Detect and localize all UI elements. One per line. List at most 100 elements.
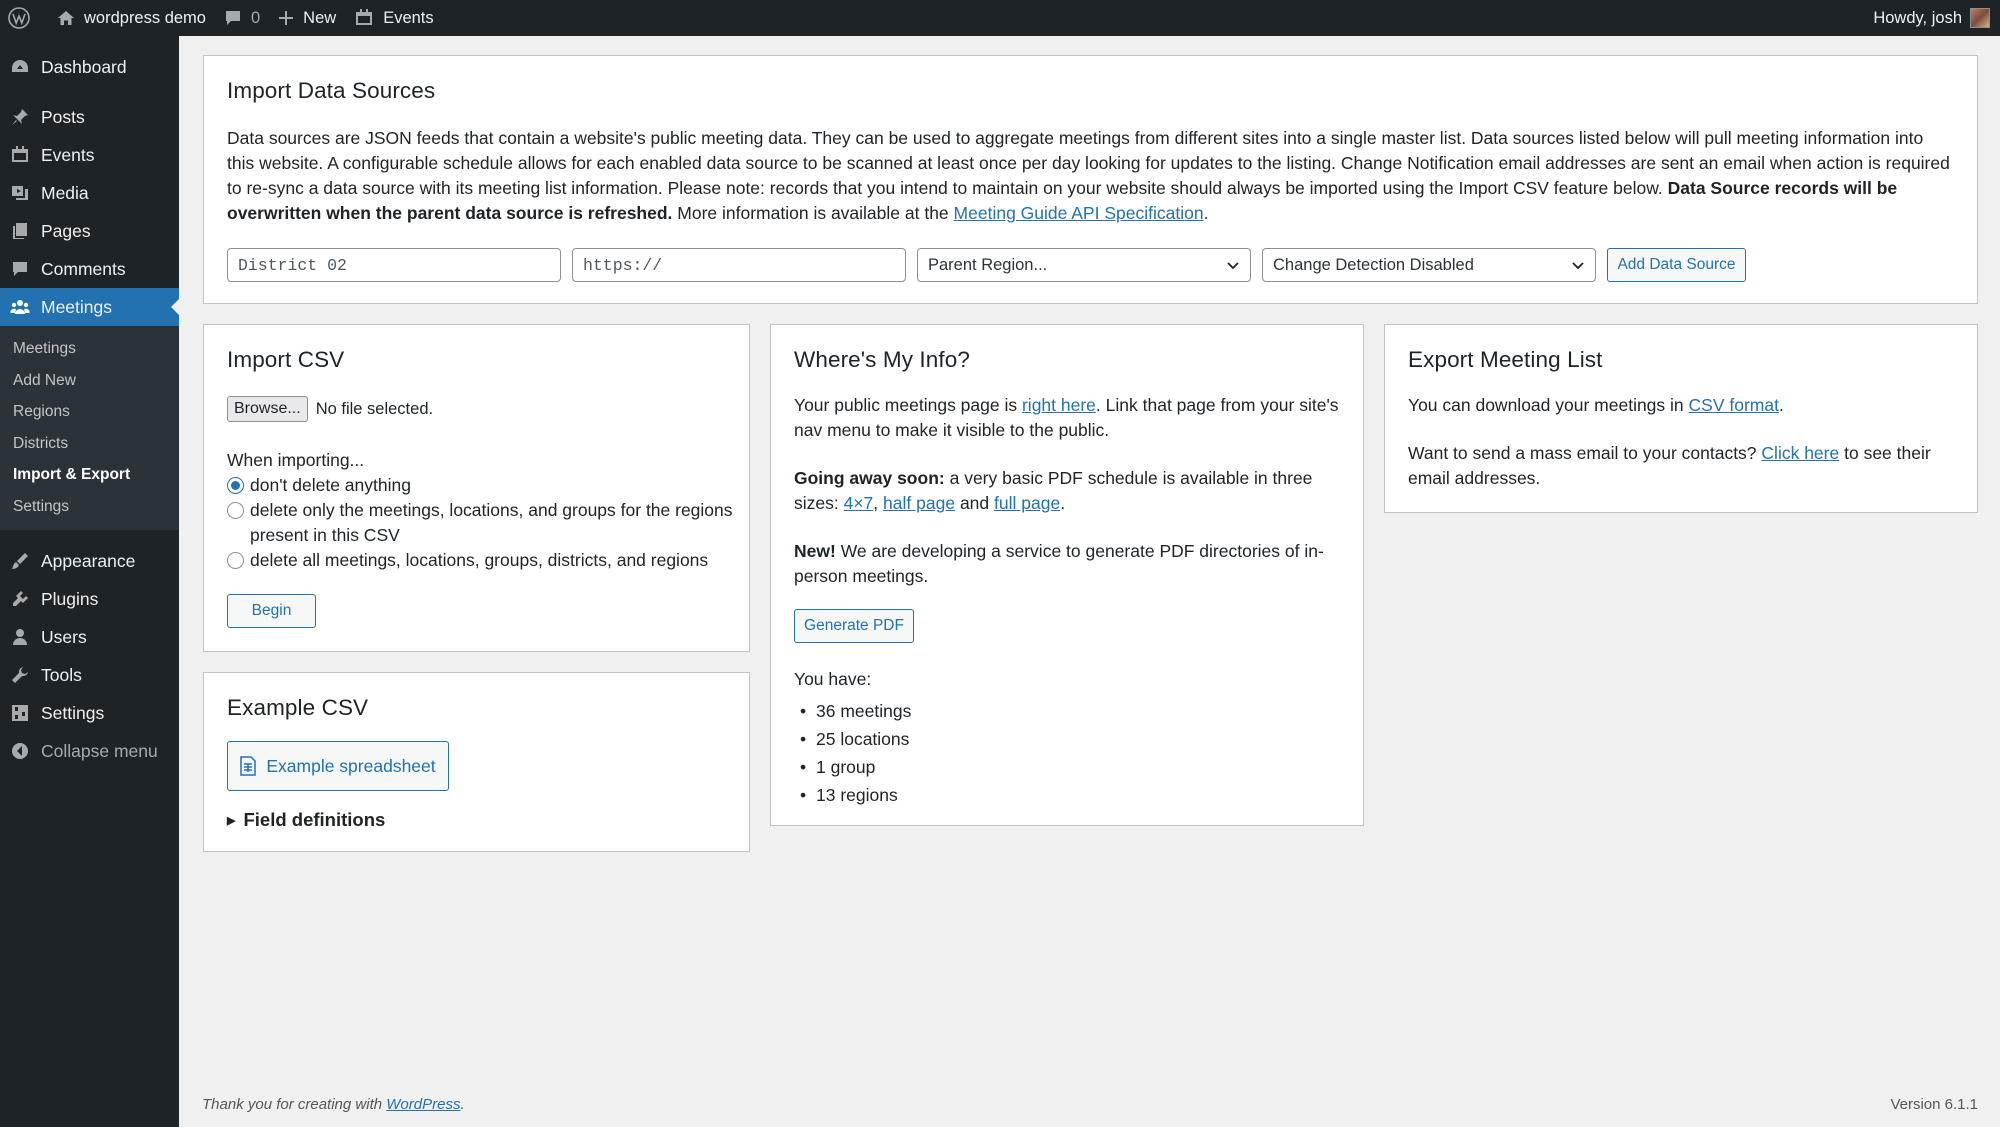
data-source-name-input[interactable]: District 02 [227,248,561,282]
calendar-icon [356,9,373,25]
footer-version: Version 6.1.1 [1890,1096,1978,1113]
new-content-link[interactable]: New [269,0,345,36]
add-data-source-button[interactable]: Add Data Source [1607,248,1746,282]
greeting: Howdy, josh [1873,8,1962,27]
list-item: 25 locations [794,725,911,753]
calendar-icon [10,145,30,165]
pdf-full-page-link[interactable]: full page [994,493,1060,513]
pin-icon [10,107,30,127]
submenu-import-export[interactable]: Import & Export [0,459,179,491]
wheres-my-info-title: Where's My Info? [794,347,970,372]
menu-dashboard[interactable]: Dashboard [0,48,179,86]
menu-posts[interactable]: Posts [0,98,179,136]
menu-meetings[interactable]: Meetings [0,288,179,326]
submenu-add-new[interactable]: Add New [0,365,179,397]
radio-button[interactable] [227,502,244,519]
my-account[interactable]: Howdy, josh [1873,0,1990,36]
menu-users[interactable]: Users [0,618,179,656]
groups-icon [10,297,30,317]
generate-pdf-button[interactable]: Generate PDF [794,609,914,643]
import-csv-panel: Import CSV Browse... No file selected. W… [203,324,750,652]
example-spreadsheet-button[interactable]: Example spreadsheet [227,741,449,791]
events-label: Events [383,8,434,27]
counts-list: 36 meetings 25 locations 1 group 13 regi… [794,697,911,809]
export-meeting-list-panel: Export Meeting List You can download you… [1384,324,1978,513]
menu-settings[interactable]: Settings [0,694,179,732]
footer-thanks: Thank you for creating with WordPress. [202,1096,465,1113]
comments-count: 0 [250,8,261,27]
chevron-down-icon [1572,262,1584,270]
menu-appearance[interactable]: Appearance [0,542,179,580]
meetings-submenu: Meetings Add New Regions Districts Impor… [0,326,179,530]
import-data-sources-panel: Import Data Sources Data sources are JSO… [203,55,1978,304]
data-source-url-input[interactable]: https:// [572,248,906,282]
wordpress-logo-icon[interactable] [0,0,48,36]
site-name-link[interactable]: wordpress demo [48,0,215,36]
submenu-districts[interactable]: Districts [0,428,179,460]
sliders-icon [10,703,30,723]
menu-comments[interactable]: Comments [0,250,179,288]
export-title: Export Meeting List [1408,347,1603,372]
submenu-regions[interactable]: Regions [0,396,179,428]
wordpress-link[interactable]: WordPress [386,1096,460,1113]
menu-events[interactable]: Events [0,136,179,174]
import-options: don't delete anything delete only the me… [227,473,737,573]
wrench-icon [10,665,30,685]
pdf-schedule-text: Going away soon: a very basic PDF schedu… [794,468,1313,513]
when-importing-label: When importing... [227,450,365,470]
pdf-4x7-link[interactable]: 4×7 [844,493,874,513]
plugin-icon [10,589,30,609]
example-csv-title: Example CSV [227,695,369,720]
site-name: wordpress demo [84,8,206,27]
events-link[interactable]: Events [345,0,442,36]
media-icon [10,183,30,203]
list-item: 1 group [794,753,911,781]
radio-button[interactable] [227,552,244,569]
menu-pages[interactable]: Pages [0,212,179,250]
export-csv-text: You can download your meetings in CSV fo… [1408,395,1784,415]
file-status: No file selected. [315,399,434,418]
comment-icon [10,259,30,279]
change-detection-select[interactable]: Change Detection Disabled [1262,248,1596,282]
right-here-link[interactable]: right here [1022,395,1096,415]
spreadsheet-icon [240,756,257,776]
radio-button[interactable] [227,477,244,494]
collapse-menu-button[interactable]: Collapse menu [0,732,179,770]
list-item: 13 regions [794,781,911,809]
file-upload: Browse... No file selected. [227,396,433,422]
home-icon [58,11,74,25]
you-have-label: You have: [794,669,872,689]
csv-format-link[interactable]: CSV format [1689,395,1779,415]
public-page-text: Your public meetings page is right here.… [794,395,1339,440]
field-definitions-toggle[interactable]: ▶ Field definitions [227,809,385,831]
admin-bar: wordpress demo 0 New Events Howdy, josh [0,0,2000,36]
plus-icon [279,11,294,25]
wheres-my-info-panel: Where's My Info? Your public meetings pa… [770,324,1364,826]
menu-plugins[interactable]: Plugins [0,580,179,618]
user-icon [10,627,30,647]
chevron-down-icon [1227,262,1239,270]
parent-region-select[interactable]: Parent Region... [917,248,1251,282]
import-data-sources-description: Data sources are JSON feeds that contain… [227,128,1950,223]
menu-media[interactable]: Media [0,174,179,212]
list-item: 36 meetings [794,697,911,725]
page-icon [10,221,30,241]
comments-link[interactable]: 0 [215,0,269,36]
submenu-meetings[interactable]: Meetings [0,333,179,365]
triangle-right-icon: ▶ [227,814,236,827]
avatar [1970,8,1990,28]
click-here-link[interactable]: Click here [1761,443,1839,463]
menu-tools[interactable]: Tools [0,656,179,694]
option-dont-delete[interactable]: don't delete anything [227,473,737,498]
option-delete-all[interactable]: delete all meetings, locations, groups, … [227,548,737,573]
example-csv-panel: Example CSV Example spreadsheet ▶ Field … [203,672,750,852]
admin-sidebar: Dashboard Posts Events Media Pages Comme… [0,36,179,1127]
browse-button[interactable]: Browse... [227,396,308,422]
option-delete-regions-present[interactable]: delete only the meetings, locations, and… [227,498,737,548]
begin-button[interactable]: Begin [227,594,316,628]
brush-icon [10,551,30,571]
meeting-guide-api-link[interactable]: Meeting Guide API Specification [954,203,1204,223]
dashboard-icon [10,57,30,77]
pdf-half-page-link[interactable]: half page [883,493,955,513]
submenu-settings[interactable]: Settings [0,491,179,523]
